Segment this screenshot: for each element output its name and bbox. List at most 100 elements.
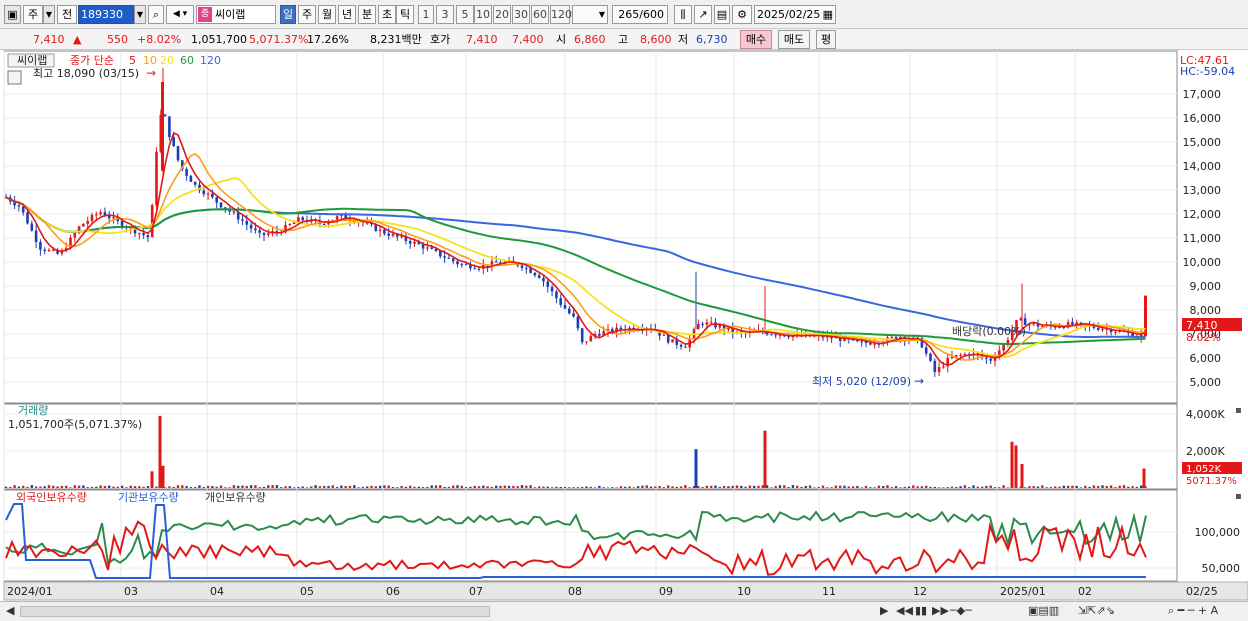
sound-icon[interactable]: ◀ ▾ — [166, 5, 194, 24]
volume-bar — [778, 485, 782, 488]
gear-icon[interactable]: ⚙ — [732, 5, 752, 24]
candle-body — [112, 217, 115, 219]
period-tab-tick[interactable]: 틱 — [396, 5, 414, 24]
buy-button[interactable]: 매수 — [740, 30, 772, 49]
volume-bar — [138, 486, 141, 488]
candle-body — [176, 146, 180, 161]
stock-chart[interactable]: 17,000 16,000 15,000 14,000 13,000 12,000 11,0… — [0, 50, 1248, 601]
interval-button[interactable]: 1 — [418, 5, 434, 24]
draw-tools-icon[interactable]: ⇲⇱⇗⇘ — [1078, 604, 1115, 618]
calendar-icon[interactable]: ▦ — [823, 6, 833, 23]
x-tick-label: 07 — [469, 585, 483, 598]
date-field[interactable]: 2025/02/25 ▦ — [754, 5, 836, 24]
candle-body — [770, 334, 773, 336]
candle-body — [155, 151, 158, 206]
change-arrow-icon: ▲ — [73, 33, 82, 46]
chevron-down-icon[interactable]: ▼ — [43, 5, 55, 24]
period-tab-week[interactable]: 주 — [298, 5, 316, 24]
price-tick-label: 8,000 — [1190, 304, 1222, 317]
volume-bar — [13, 485, 16, 488]
interval-button[interactable]: 3 — [436, 5, 454, 24]
zoom-controls-icon[interactable]: ⌕ ━ ─ + A — [1168, 604, 1218, 618]
zoom-slider[interactable]: ─◆─ — [950, 604, 990, 618]
candle-body — [86, 220, 89, 224]
price-tick-label: 9,000 — [1190, 280, 1222, 293]
period-tab-second[interactable]: 초 — [378, 5, 396, 24]
volume-bar — [688, 487, 691, 488]
period-tab-minute[interactable]: 분 — [358, 5, 376, 24]
volume-bar — [318, 486, 322, 488]
count-field[interactable]: 265/600 — [612, 5, 668, 24]
volume-bar — [460, 485, 463, 488]
volume-bar — [654, 486, 657, 488]
volume-bar — [572, 487, 575, 488]
volume-bar — [69, 487, 72, 488]
volume-bar — [873, 487, 876, 488]
x-tick-label: 05 — [300, 585, 314, 598]
volume-bar — [593, 487, 597, 488]
candle-type-icon[interactable]: ⫼ — [674, 5, 692, 24]
save-icon[interactable]: ▤ — [714, 5, 730, 24]
scroll-first-icon[interactable]: ◀◀ — [896, 604, 913, 618]
volume-bar — [937, 487, 941, 488]
code-dropdown-icon[interactable]: ▼ — [134, 5, 146, 24]
volume-bar — [245, 486, 248, 488]
volume-bar-spike — [150, 471, 154, 488]
scroll-left-icon[interactable]: ◀ — [6, 604, 14, 618]
period-tab-day[interactable]: 일 — [280, 5, 296, 24]
ma-legend-label: 120 — [200, 54, 221, 67]
stock-code-input[interactable]: 189330 — [78, 5, 134, 24]
candle-body — [933, 360, 937, 372]
candle-body — [26, 212, 29, 224]
volume-bar — [129, 485, 132, 488]
volume-bar — [727, 486, 730, 488]
interval-label: 30 — [514, 8, 528, 21]
volume-bar — [1028, 486, 1031, 488]
layout-icon[interactable]: ▣▤▥ — [1028, 604, 1059, 618]
volume-bar — [968, 487, 971, 488]
eval-button[interactable]: 평 — [816, 30, 836, 49]
change-value: 550 — [107, 33, 128, 46]
volume-bar — [452, 485, 455, 488]
candle-body — [322, 224, 326, 226]
candle-body — [533, 272, 537, 276]
scroll-right-icon[interactable]: ▶ — [880, 604, 888, 618]
period-tab-year[interactable]: 년 — [338, 5, 356, 24]
volume-bar — [1101, 485, 1104, 488]
sell-button[interactable]: 매도 — [778, 30, 810, 49]
candle-body — [598, 333, 601, 336]
period-tab-month[interactable]: 월 — [318, 5, 336, 24]
horizontal-scrollbar[interactable]: ◀ ▶ ◀◀ ▮▮ ▶▶ ─◆─ ▣▤▥ ⇲⇱⇗⇘ ⌕ ━ ─ + A — [0, 601, 1248, 621]
candle-body — [873, 343, 876, 345]
view-select[interactable]: 전 — [57, 5, 77, 24]
candle-body — [82, 223, 85, 227]
interval-button[interactable]: 120 — [550, 5, 572, 24]
period-select[interactable]: 주 — [23, 5, 43, 24]
screen-icon[interactable]: ▣ — [4, 5, 21, 24]
search-icon[interactable]: ⌕ — [148, 5, 164, 24]
volume-bar — [391, 487, 395, 488]
candle-body — [666, 334, 670, 343]
stock-name-field[interactable]: 증 씨이랩 — [196, 5, 276, 24]
volume-bar — [34, 486, 38, 488]
interval-button[interactable]: 10 — [474, 5, 492, 24]
volume-bar — [783, 485, 786, 488]
interval-button[interactable]: 60 — [531, 5, 549, 24]
interval-button[interactable]: 30 — [512, 5, 530, 24]
volume-bar — [817, 487, 820, 488]
interval-dropdown[interactable]: ▼ — [572, 5, 608, 24]
draw-tool-icon[interactable]: ↗ — [694, 5, 712, 24]
volume-bar — [679, 486, 683, 488]
volume-bar — [834, 485, 838, 488]
scroll-thumb[interactable] — [20, 606, 490, 617]
scroll-last-icon[interactable]: ▶▶ — [932, 604, 949, 618]
volume-tick-label: 4,000K — [1186, 408, 1225, 421]
high-marker-arrow: → — [146, 66, 156, 80]
pause-icon[interactable]: ▮▮ — [915, 604, 927, 618]
candle-body — [473, 268, 476, 270]
interval-button[interactable]: 20 — [493, 5, 511, 24]
volume-bar — [86, 487, 89, 488]
interval-button[interactable]: 5 — [456, 5, 474, 24]
candle-body — [1096, 328, 1100, 330]
interval-label: 5 — [461, 8, 469, 21]
